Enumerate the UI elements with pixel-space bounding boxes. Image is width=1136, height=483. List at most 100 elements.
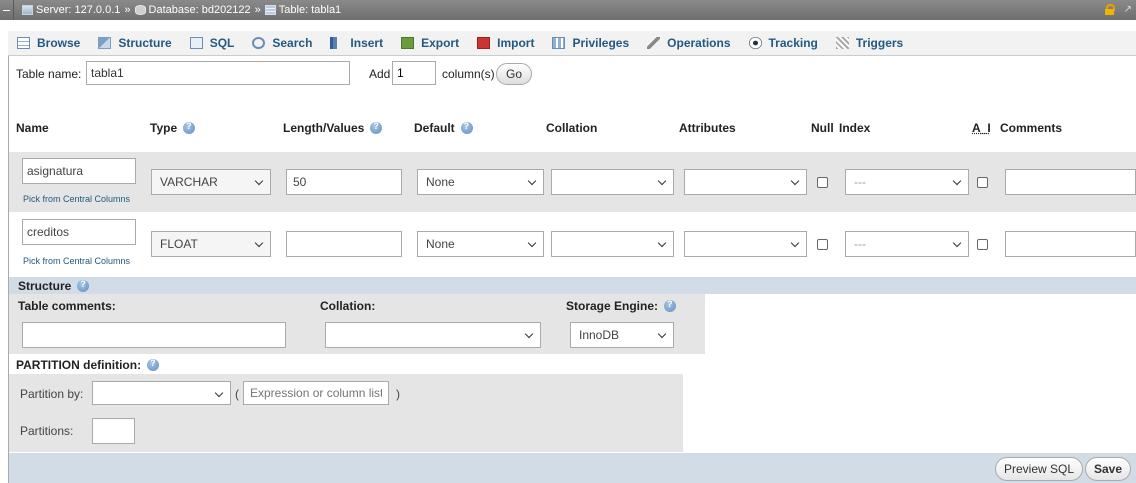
tab-insert[interactable]: Insert [321, 31, 392, 56]
column-collation-select[interactable] [551, 169, 674, 195]
tab-label: Structure [118, 36, 172, 50]
help-icon[interactable] [370, 121, 383, 134]
tab-operations[interactable]: Operations [638, 31, 739, 56]
help-icon[interactable] [147, 358, 160, 371]
partition-panel: Partition by: ( ) Partitions: [9, 374, 683, 452]
column-null-checkbox[interactable] [817, 239, 828, 250]
tab-sql[interactable]: SQL [181, 31, 244, 56]
column-name-input[interactable] [22, 158, 136, 184]
partition-section-header: PARTITION definition: [16, 358, 160, 372]
go-button[interactable]: Go [496, 63, 532, 85]
tab-import[interactable]: Import [468, 31, 543, 56]
header-length: Length/Values [283, 121, 383, 135]
column-comments-input[interactable] [1005, 169, 1136, 195]
column-default-select[interactable]: None [417, 231, 544, 257]
column-type-select[interactable]: FLOAT [151, 231, 271, 257]
expand-icon[interactable]: ↗ [1124, 4, 1132, 15]
chevron-down-icon [524, 329, 534, 339]
header-collation-label: Collation [546, 121, 598, 135]
add-columns-label: Add [369, 67, 391, 81]
tab-label: Search [272, 36, 313, 50]
lock-icon [1105, 4, 1115, 15]
column-type-value: FLOAT [160, 237, 198, 251]
chevron-down-icon [952, 238, 962, 248]
breadcrumb-server-label: Server: 127.0.0.1 [36, 4, 121, 16]
tab-browse[interactable]: Browse [8, 31, 89, 56]
column-index-select[interactable]: --- [845, 169, 969, 195]
storage-engine-select[interactable]: InnoDB [570, 322, 674, 348]
header-name: Name [16, 121, 49, 135]
collapse-navigation-button[interactable] [0, 0, 14, 20]
table-comments-label: Table comments: [18, 299, 116, 313]
column-index-select[interactable]: --- [845, 231, 969, 257]
add-columns-count-input[interactable] [392, 61, 436, 85]
action-bar: Preview SQL Save [9, 453, 1136, 483]
column-attributes-select[interactable] [684, 231, 807, 257]
table-name-input[interactable] [86, 61, 350, 85]
storage-engine-value: InnoDB [579, 328, 620, 342]
pick-from-central-columns-link[interactable]: Pick from Central Columns [23, 194, 130, 204]
browse-icon [17, 37, 30, 49]
header-default: Default [414, 121, 473, 135]
column-null-checkbox[interactable] [817, 177, 828, 188]
tab-label: Import [497, 36, 535, 50]
partition-by-select[interactable] [92, 381, 231, 405]
help-icon[interactable] [77, 279, 90, 292]
breadcrumb-table-label: Table: tabla1 [278, 4, 342, 16]
export-icon [401, 37, 415, 49]
collation-label: Collation: [320, 299, 376, 313]
main-tabs: Browse Structure SQL Search Insert Expor… [8, 31, 1136, 56]
chevron-down-icon [527, 238, 537, 248]
column-name-input[interactable] [22, 219, 136, 245]
table-collation-select[interactable] [325, 322, 541, 348]
save-button[interactable]: Save [1085, 457, 1132, 481]
column-default-value: None [426, 237, 455, 251]
chevron-down-icon [214, 388, 224, 398]
partitions-label: Partitions: [20, 424, 74, 438]
partition-expression-input[interactable] [243, 381, 389, 405]
help-icon[interactable] [664, 299, 677, 312]
column-ai-checkbox[interactable] [977, 239, 988, 250]
column-ai-checkbox[interactable] [977, 177, 988, 188]
column-comments-input[interactable] [1005, 231, 1136, 257]
tab-privileges[interactable]: Privileges [543, 31, 638, 56]
column-type-value: VARCHAR [160, 175, 218, 189]
partitions-count-input[interactable] [92, 418, 135, 444]
column-attributes-select[interactable] [684, 169, 807, 195]
tab-structure[interactable]: Structure [89, 31, 180, 56]
column-collation-select[interactable] [551, 231, 674, 257]
breadcrumb-table[interactable]: Table: tabla1 [264, 4, 342, 16]
storage-engine-label-text: Storage Engine: [566, 299, 659, 313]
privileges-icon [552, 37, 566, 49]
partition-paren-close: ) [396, 387, 400, 401]
import-icon [477, 37, 491, 49]
tab-search[interactable]: Search [243, 31, 321, 56]
breadcrumb-server[interactable]: Server: 127.0.0.1 [22, 4, 120, 16]
breadcrumb-database[interactable]: Database: bd202122 [134, 4, 251, 16]
help-icon[interactable] [460, 121, 473, 134]
tab-export[interactable]: Export [392, 31, 468, 56]
column-type-select[interactable]: VARCHAR [151, 169, 271, 195]
pick-from-central-columns-link[interactable]: Pick from Central Columns [23, 256, 130, 266]
chevron-down-icon [952, 176, 962, 186]
column-default-select[interactable]: None [417, 169, 544, 195]
help-icon[interactable] [183, 121, 196, 134]
column-row: Pick from Central Columns VARCHAR None -… [9, 152, 1136, 212]
triggers-icon [835, 37, 849, 49]
tab-label: Triggers [855, 36, 904, 50]
table-comments-input[interactable] [22, 322, 286, 348]
header-comments-label: Comments [1000, 121, 1063, 135]
tab-tracking[interactable]: Tracking [740, 31, 827, 56]
column-length-input[interactable] [286, 231, 402, 257]
preview-sql-button[interactable]: Preview SQL [995, 457, 1084, 481]
column-length-input[interactable] [286, 169, 402, 195]
tab-label: SQL [209, 36, 235, 50]
header-index-label: Index [839, 121, 871, 135]
column-row: Pick from Central Columns FLOAT None --- [9, 214, 1136, 274]
tab-label: Export [421, 36, 460, 50]
header-null: Null [811, 121, 834, 135]
header-attributes-label: Attributes [679, 121, 736, 135]
column-index-value: --- [854, 237, 866, 251]
tab-triggers[interactable]: Triggers [827, 31, 912, 56]
header-name-label: Name [16, 121, 49, 135]
